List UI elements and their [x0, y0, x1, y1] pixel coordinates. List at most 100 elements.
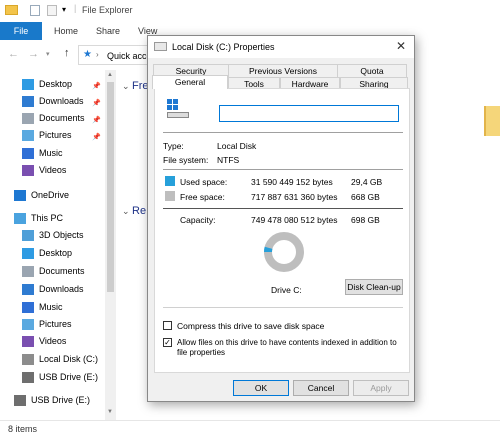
chevron-down-icon: ⌄ — [122, 81, 133, 91]
ribbon-tab-file[interactable]: File — [0, 22, 42, 40]
tab-previous-versions[interactable]: Previous Versions — [228, 64, 338, 77]
music-icon — [22, 302, 34, 313]
free-space-ring — [264, 232, 304, 272]
nav-item[interactable]: 3D Objects — [0, 227, 116, 244]
windows-drive-icon — [167, 99, 189, 119]
used-space-swatch — [165, 176, 175, 186]
nav-scrollbar[interactable]: ▲ ▼ — [105, 70, 116, 420]
nav-item-label: Downloads — [39, 96, 84, 106]
music-icon — [22, 148, 34, 159]
nav-item-label: Local Disk (C:) — [39, 354, 99, 364]
ribbon-tab-home[interactable]: Home — [54, 22, 78, 40]
nav-item[interactable]: Local Disk (C:) — [0, 351, 116, 368]
usb-drive-icon — [14, 395, 26, 406]
separator — [163, 208, 403, 209]
separator — [163, 169, 403, 170]
back-arrow-icon[interactable]: ← — [8, 48, 19, 60]
nav-item[interactable]: OneDrive — [0, 187, 116, 204]
address-text: Quick acce — [107, 51, 152, 61]
separator — [163, 307, 403, 308]
disk-cleanup-button[interactable]: Disk Clean-up — [345, 279, 403, 295]
address-bar[interactable]: ★ › Quick acce — [78, 45, 158, 65]
frequent-folders-heading[interactable]: ⌄ Fre — [122, 80, 149, 92]
ribbon-tab-share[interactable]: Share — [96, 22, 120, 40]
documents-icon — [22, 113, 34, 124]
documents-icon — [22, 266, 34, 277]
recent-files-heading[interactable]: ⌄ Re — [122, 205, 146, 217]
nav-item-label: Pictures — [39, 319, 72, 329]
nav-item[interactable]: Desktop 📌 — [0, 76, 116, 93]
general-tab-panel: Type: Local Disk File system: NTFS Used … — [154, 88, 410, 373]
nav-item[interactable]: Music — [0, 145, 116, 162]
this-pc-icon — [14, 213, 26, 224]
nav-item[interactable]: USB Drive (E:) — [0, 392, 116, 409]
ok-button[interactable]: OK — [233, 380, 289, 396]
capacity-label: Capacity: — [180, 215, 216, 225]
drive-label: Drive C: — [271, 285, 302, 295]
compress-checkbox[interactable] — [163, 321, 172, 330]
used-space-gb: 29,4 GB — [351, 177, 383, 187]
nav-item[interactable]: Documents — [0, 263, 116, 280]
downloads-icon — [22, 284, 34, 295]
compress-label: Compress this drive to save disk space — [177, 321, 325, 331]
desktop-icon — [22, 248, 34, 259]
used-space-arc — [264, 246, 273, 253]
new-folder-quick-icon[interactable] — [47, 5, 57, 16]
nav-item[interactable]: Downloads 📌 — [0, 93, 116, 110]
tab-quota[interactable]: Quota — [337, 64, 407, 77]
forward-arrow-icon[interactable]: → — [28, 48, 39, 60]
used-space-label: Used space: — [180, 177, 228, 187]
up-arrow-icon[interactable]: ↑ — [64, 47, 70, 59]
scroll-down-icon[interactable]: ▼ — [107, 409, 113, 415]
pictures-icon — [22, 130, 34, 141]
capacity-bytes: 749 478 080 512 bytes — [251, 215, 338, 225]
nav-item[interactable]: This PC — [0, 210, 116, 227]
nav-item[interactable]: Videos — [0, 162, 116, 179]
free-space-bytes: 717 887 631 360 bytes — [251, 192, 338, 202]
usb-drive-icon — [22, 372, 34, 383]
folder-thumbnail-icon[interactable] — [484, 106, 500, 136]
scroll-up-icon[interactable]: ▲ — [107, 72, 113, 78]
dialog-title: Local Disk (C:) Properties — [172, 42, 275, 52]
nav-item[interactable]: Music — [0, 299, 116, 316]
nav-item-label: Desktop — [39, 79, 73, 89]
scroll-thumb[interactable] — [107, 82, 114, 292]
quick-access-dropdown-icon[interactable]: ▾ — [62, 5, 66, 14]
nav-item[interactable]: USB Drive (E:) — [0, 369, 116, 386]
recent-locations-icon[interactable]: ▾ — [46, 50, 50, 58]
nav-item-label: Documents — [39, 266, 85, 276]
nav-item-label: Music — [39, 148, 63, 158]
index-label-line2: file properties — [177, 348, 226, 357]
nav-item-label: Documents — [39, 113, 85, 123]
free-space-label: Free space: — [180, 192, 225, 202]
nav-item[interactable]: Downloads — [0, 281, 116, 298]
cancel-button[interactable]: Cancel — [293, 380, 349, 396]
nav-item[interactable]: Desktop — [0, 245, 116, 262]
nav-item[interactable]: Videos — [0, 333, 116, 350]
item-count: 8 items — [8, 424, 38, 434]
3d-objects-icon — [22, 230, 34, 241]
nav-item-label: OneDrive — [31, 190, 70, 200]
pictures-icon — [22, 319, 34, 330]
drive-name-input[interactable] — [219, 105, 399, 122]
status-bar: 8 items — [0, 420, 500, 437]
downloads-icon — [22, 96, 34, 107]
nav-item-label: Videos — [39, 336, 67, 346]
index-checkbox[interactable]: ✓ — [163, 338, 172, 347]
disk-usage-donut — [264, 232, 304, 272]
nav-item[interactable]: Pictures — [0, 316, 116, 333]
desktop-icon — [22, 79, 34, 90]
type-value: Local Disk — [217, 141, 257, 151]
apply-button[interactable]: Apply — [353, 380, 409, 396]
nav-item-label: Videos — [39, 165, 67, 175]
nav-item[interactable]: Documents 📌 — [0, 110, 116, 127]
chevron-down-icon: ⌄ — [122, 206, 133, 216]
videos-icon — [22, 165, 34, 176]
local-disk-icon — [22, 354, 34, 365]
drive-small-icon — [154, 42, 167, 51]
properties-quick-icon[interactable] — [30, 5, 40, 16]
tab-general[interactable]: General — [152, 75, 228, 89]
close-icon[interactable]: ✕ — [396, 39, 406, 53]
nav-item[interactable]: Pictures 📌 — [0, 127, 116, 144]
folder-icon — [5, 5, 18, 15]
